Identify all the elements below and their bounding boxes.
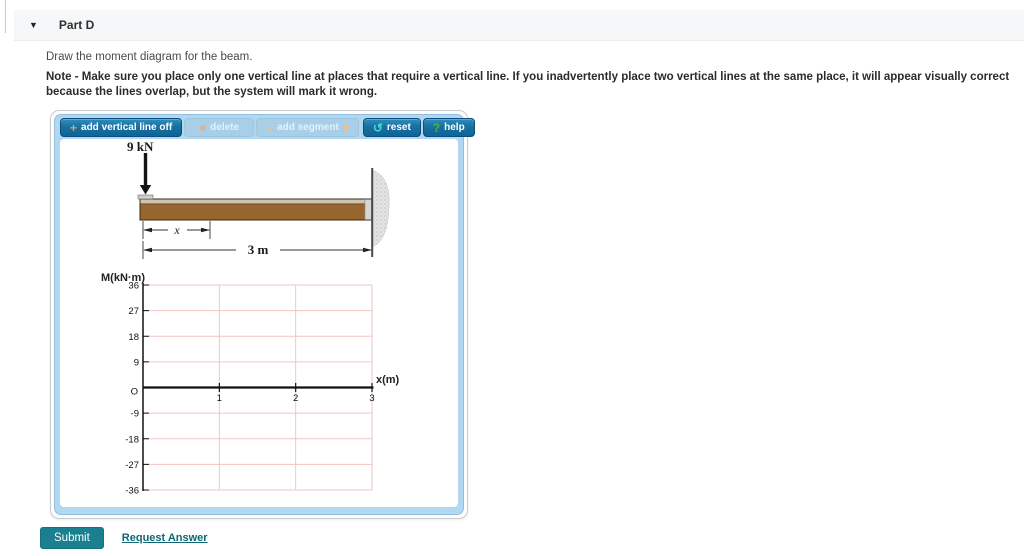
collapse-caret-icon[interactable]: ▼: [29, 20, 38, 30]
help-label: help: [444, 122, 465, 133]
x-tick-label: 2: [293, 393, 298, 404]
toolbar: + add vertical line off × delete + add s…: [60, 117, 475, 139]
y-tick-label: -18: [125, 434, 139, 445]
note-text: Note - Make sure you place only one vert…: [46, 71, 1010, 98]
load-plate: [137, 194, 154, 200]
y-tick-label: -9: [131, 409, 139, 420]
y-tick-label: 9: [134, 357, 139, 368]
y-tick-label: -36: [125, 486, 139, 497]
drawing-tool-panel: + add vertical line off × delete + add s…: [50, 110, 475, 519]
beam-diagram: 9 kN: [127, 139, 390, 257]
beam-end-cap: [364, 199, 372, 220]
y-tick-label: 27: [128, 306, 139, 317]
reset-icon: ↺: [372, 120, 383, 135]
delete-label: delete: [210, 122, 240, 133]
x-tick-label: 1: [217, 393, 222, 404]
beam-and-graph-figure: 9 kN x 3 m 3627189O-9-18-27-361 2 3M(kN·…: [101, 139, 400, 497]
add-segment-label: add segment: [277, 122, 339, 133]
moment-graph[interactable]: 3627189O-9-18-27-361 2 3M(kN·m)x(m): [101, 272, 400, 497]
add-vertical-line-button[interactable]: + add vertical line off: [60, 118, 183, 137]
submit-button[interactable]: Submit: [40, 527, 104, 549]
reset-button[interactable]: ↺ reset: [362, 118, 421, 137]
beam-top-flange: [140, 199, 372, 204]
part-title: Part D: [58, 18, 95, 32]
wall-support: [371, 169, 390, 248]
prompt-text: Draw the moment diagram for the beam.: [46, 51, 253, 63]
page-edge-line: [5, 0, 6, 33]
y-tick-label: -27: [125, 460, 139, 471]
part-header[interactable]: ▼ Part D: [14, 10, 1024, 41]
y-tick-label: 18: [128, 332, 139, 343]
length-dimension-label: 3 m: [248, 242, 269, 257]
delete-x-icon: ×: [199, 120, 207, 135]
help-question-icon: ?: [432, 120, 441, 135]
help-button[interactable]: ? help: [422, 118, 475, 137]
plus-icon: +: [266, 120, 274, 135]
y-axis-title: M(kN·m): [101, 272, 145, 284]
delete-button[interactable]: × delete: [184, 118, 255, 137]
dimension-length: 3 m: [142, 241, 372, 259]
dimension-x: x: [142, 221, 211, 239]
wall-face-line: [371, 168, 374, 257]
x-axis-title: x(m): [376, 374, 400, 386]
force-label: 9 kN: [127, 139, 154, 154]
drawing-tool-inner: + add vertical line off × delete + add s…: [54, 114, 475, 515]
reset-label: reset: [386, 122, 411, 133]
force-arrow-head: [139, 185, 152, 195]
actions-row: Submit Request Answer: [40, 527, 208, 549]
add-vertical-line-label: add vertical line off: [81, 122, 173, 133]
chevron-down-icon: ▾: [342, 120, 349, 135]
x-dimension-label: x: [173, 223, 180, 237]
page: ▼ Part D Draw the moment diagram for the…: [0, 0, 1024, 556]
plus-icon: +: [70, 120, 78, 135]
x-tick-label: 3: [369, 393, 374, 404]
request-answer-link[interactable]: Request Answer: [122, 532, 208, 544]
origin-label: O: [131, 387, 138, 398]
diagram-canvas[interactable]: 9 kN x 3 m 36 27 18 9 O -9 -18 -27 -36 1…: [60, 139, 458, 507]
add-segment-button[interactable]: + add segment ▾: [256, 118, 359, 137]
